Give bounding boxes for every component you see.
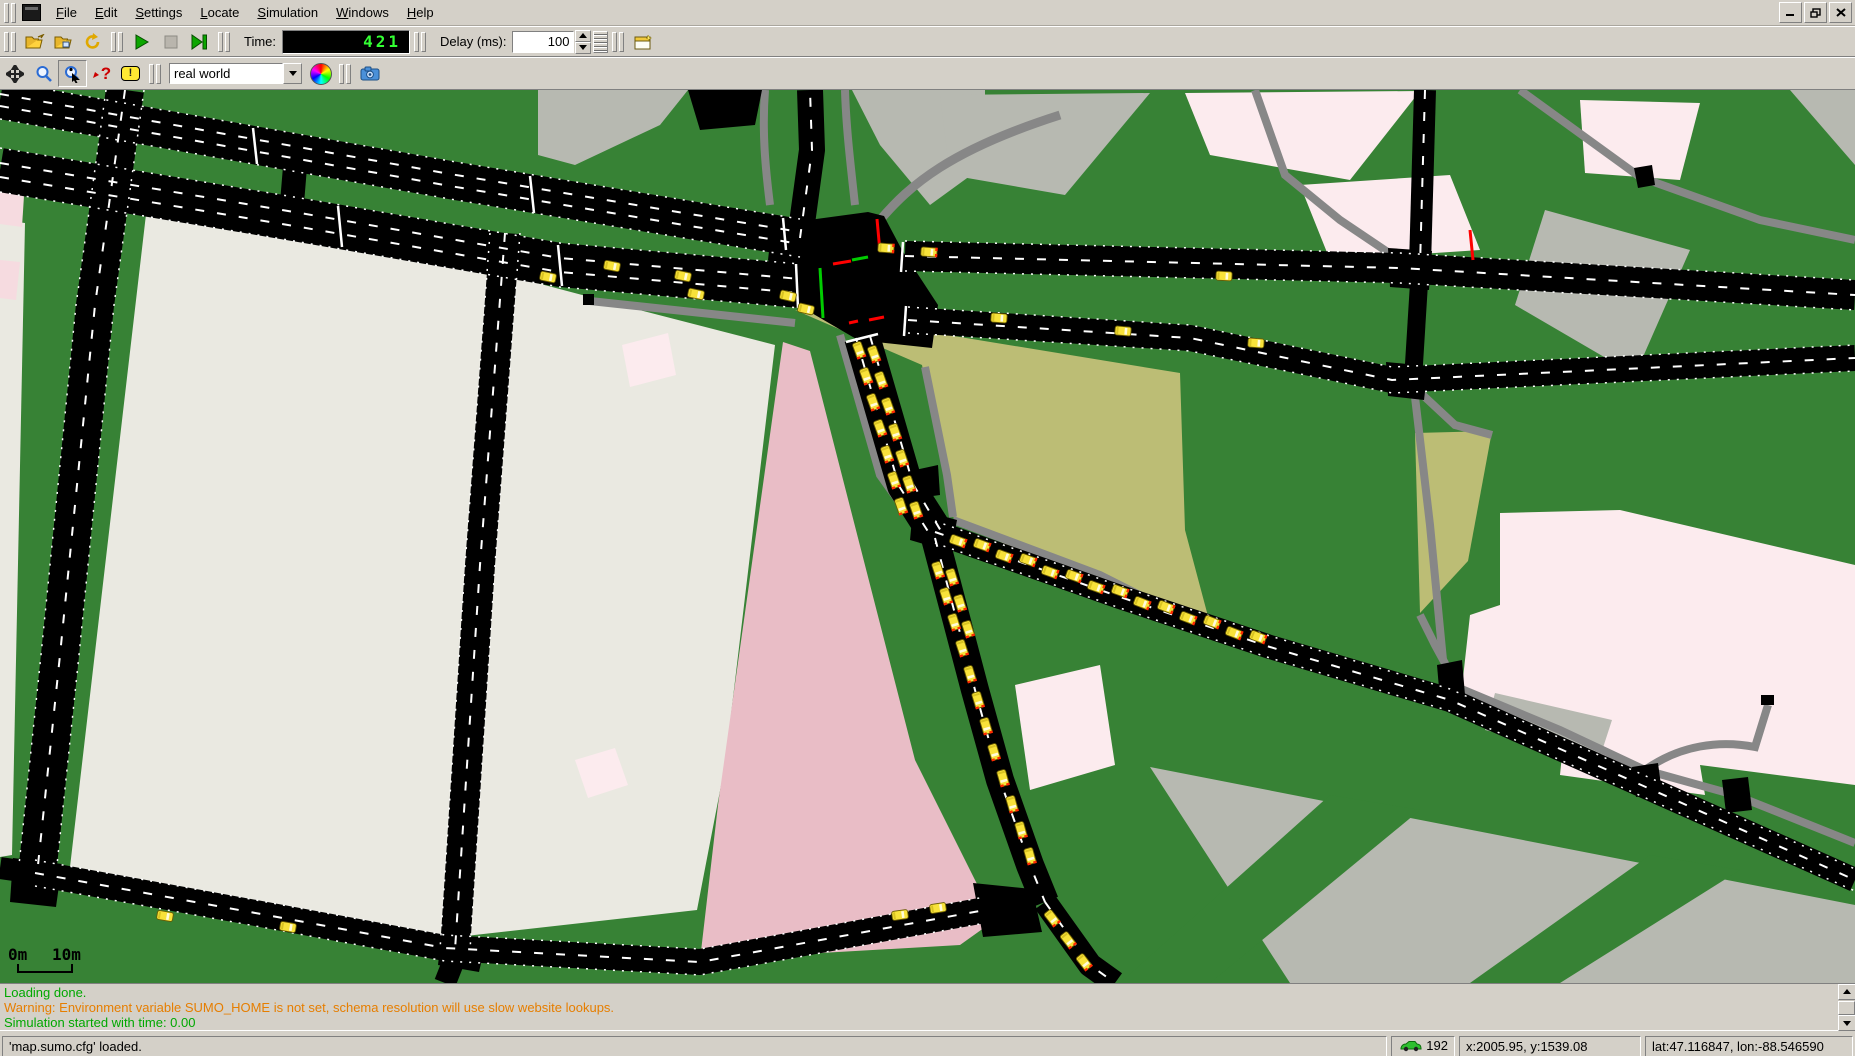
magnifier-cursor-icon (63, 65, 82, 83)
scale-zero-label: 0m (8, 945, 28, 964)
reload-icon (84, 33, 102, 51)
reload-button[interactable] (78, 28, 107, 55)
recenter-view-button[interactable] (0, 60, 29, 87)
edit-coloring-button[interactable] (306, 60, 335, 87)
menu-help[interactable]: Help (398, 2, 443, 23)
toolbar-grip[interactable] (611, 32, 625, 52)
minimize-icon (1785, 8, 1796, 17)
message-line: Loading done. (4, 985, 1835, 1000)
delay-label: Delay (ms): (440, 34, 506, 49)
delay-decrement-button[interactable] (575, 42, 591, 54)
menu-windows[interactable]: Windows (327, 2, 398, 23)
locate-arrow-icon (92, 69, 100, 79)
simulation-toolbar: Time: 421 Delay (ms): 100 (0, 26, 1855, 57)
combobox-dropdown-button[interactable] (283, 63, 302, 84)
move-arrows-icon (6, 65, 24, 83)
locate-button[interactable]: ? (87, 60, 116, 87)
magnifier-icon (35, 65, 53, 83)
toolbar-grip[interactable] (148, 64, 162, 84)
menu-file[interactable]: File (47, 2, 86, 23)
toolbar-grip[interactable] (3, 3, 17, 23)
stop-button[interactable] (156, 28, 185, 55)
message-scrollbar[interactable] (1838, 984, 1855, 1031)
new-view-button[interactable] (628, 28, 657, 55)
edit-viewport-button[interactable] (29, 60, 58, 87)
toolbar-grip[interactable] (413, 32, 427, 52)
vehicle-count-panel: 192 (1391, 1036, 1455, 1056)
delay-dial[interactable] (593, 31, 608, 53)
vehicle-count: 192 (1426, 1038, 1448, 1054)
snapshot-button[interactable] (355, 60, 384, 87)
toolbar-grip[interactable] (338, 64, 352, 84)
run-button[interactable] (127, 28, 156, 55)
cursor-xy: x:2005.95, y:1539.08 (1459, 1036, 1641, 1056)
tooltip-bubble-icon: ! (121, 66, 140, 81)
coloring-scheme-combobox[interactable]: real world (169, 63, 302, 84)
coloring-scheme-value[interactable]: real world (169, 63, 283, 84)
menu-settings[interactable]: Settings (126, 2, 191, 23)
menu-locate[interactable]: Locate (191, 2, 248, 23)
scrollbar-thumb[interactable] (1838, 1001, 1855, 1015)
restore-button[interactable] (1804, 2, 1827, 23)
status-bar: 'map.sumo.cfg' loaded. 192 x:2005.95, y:… (0, 1030, 1855, 1056)
open-network-icon (54, 34, 74, 50)
camera-icon (360, 66, 380, 81)
status-loaded-text: 'map.sumo.cfg' loaded. (2, 1036, 1387, 1056)
tooltip-toggle-button[interactable]: ! (116, 60, 145, 87)
step-icon (191, 34, 208, 50)
play-icon (134, 34, 150, 50)
vehicle-icon (1400, 1040, 1422, 1052)
scroll-up-button[interactable] (1838, 984, 1855, 1000)
chevron-down-icon (289, 71, 297, 76)
app-window-icon (22, 4, 41, 21)
open-network-button[interactable] (49, 28, 78, 55)
map-canvas[interactable]: 0m 10m (0, 90, 1855, 983)
new-window-icon (633, 34, 652, 50)
color-wheel-icon (310, 63, 332, 85)
toolbar-grip[interactable] (3, 32, 17, 52)
stop-icon (164, 35, 178, 49)
time-label: Time: (244, 34, 276, 49)
toolbar-grip[interactable] (110, 32, 124, 52)
delay-spinner: 100 (512, 30, 608, 54)
message-line: Warning: Environment variable SUMO_HOME … (4, 1000, 1835, 1015)
menu-bar: File Edit Settings Locate Simulation Win… (0, 0, 1855, 26)
step-button[interactable] (185, 28, 214, 55)
scroll-down-button[interactable] (1838, 1015, 1855, 1031)
time-lcd-display: 421 (282, 30, 410, 54)
close-icon (1836, 8, 1846, 17)
question-mark-icon: ? (101, 65, 111, 82)
delay-increment-button[interactable] (575, 30, 591, 42)
scale-ten-label: 10m (52, 945, 81, 964)
close-button[interactable] (1829, 2, 1852, 23)
menu-simulation[interactable]: Simulation (248, 2, 327, 23)
view-toolbar: ? ! real world (0, 57, 1855, 90)
cursor-latlon: lat:47.116847, lon:-88.546590 (1645, 1036, 1853, 1056)
open-simulation-button[interactable] (20, 28, 49, 55)
menu-edit[interactable]: Edit (86, 2, 126, 23)
message-log: Loading done. Warning: Environment varia… (0, 983, 1855, 1030)
open-folder-icon (25, 34, 45, 50)
delay-input[interactable]: 100 (512, 31, 574, 53)
zoom-style-toggle-button[interactable] (58, 60, 87, 87)
toolbar-grip[interactable] (217, 32, 231, 52)
minimize-button[interactable] (1779, 2, 1802, 23)
restore-icon (1810, 8, 1821, 18)
message-line: Simulation started with time: 0.00 (4, 1015, 1835, 1030)
